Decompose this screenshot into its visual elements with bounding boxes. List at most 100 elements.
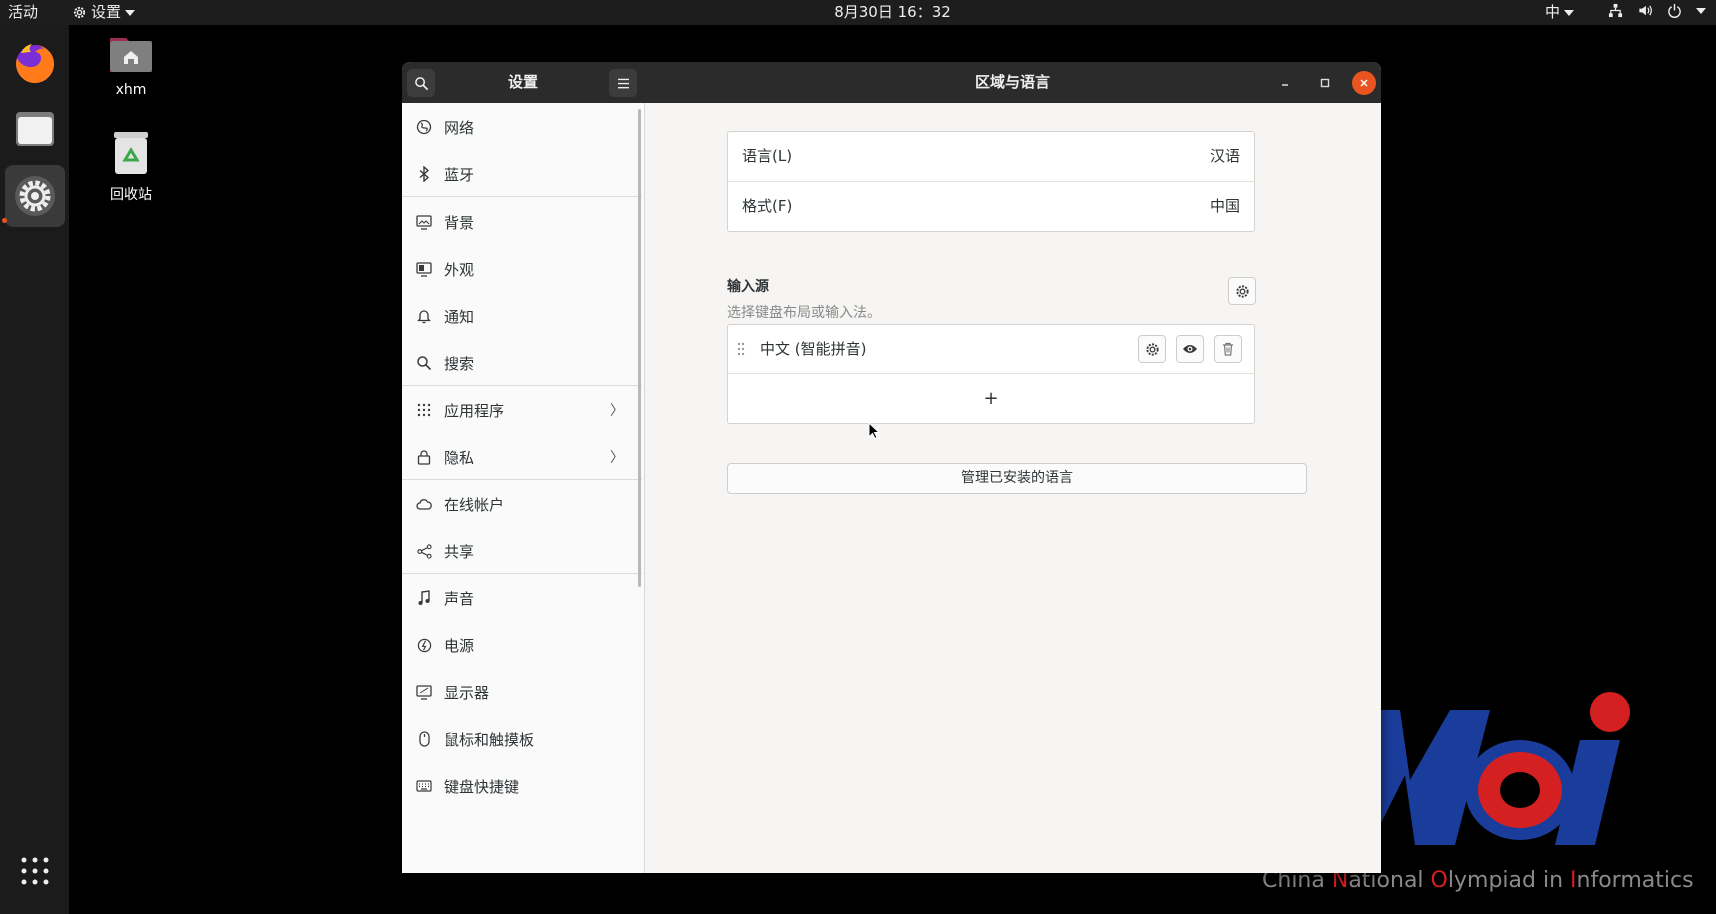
sidebar-scrollbar[interactable] xyxy=(638,109,641,587)
dock-firefox[interactable] xyxy=(5,32,65,94)
region-card: 语言(L) 汉语 格式(F) 中国 xyxy=(727,131,1255,232)
display-icon xyxy=(415,683,433,701)
mouse-icon xyxy=(415,730,433,748)
sidebar-item-label: 共享 xyxy=(444,542,475,561)
desktop-home-label: xhm xyxy=(115,82,147,98)
sidebar-item-label: 电源 xyxy=(444,636,475,655)
sidebar-item-bluetooth[interactable]: 蓝牙 xyxy=(402,150,642,198)
manage-languages-button[interactable]: 管理已安装的语言 xyxy=(727,463,1307,494)
desktop-home-folder[interactable]: xhm xyxy=(86,32,176,98)
sidebar-item-sound[interactable]: 声音 xyxy=(402,574,642,622)
sidebar-item-label: 隐私 xyxy=(444,448,475,467)
sidebar-item-label: 应用程序 xyxy=(444,401,505,420)
minimize-icon xyxy=(1282,84,1288,86)
running-indicator xyxy=(2,218,7,223)
sidebar-item-online-accounts[interactable]: 在线帐户 xyxy=(402,480,642,528)
eye-icon xyxy=(1183,345,1197,353)
show-apps-button[interactable] xyxy=(5,840,65,902)
dock-settings[interactable] xyxy=(5,165,65,227)
input-method-label: 中 xyxy=(1545,3,1561,21)
apps-icon xyxy=(415,401,433,419)
chevron-right-icon: 〉 xyxy=(610,403,624,419)
settings-window: 设置 区域与语言 网络 蓝牙 背景 外观 通知 搜索 应用程序 〉 隐私 〉 在… xyxy=(402,62,1381,873)
power-icon xyxy=(415,636,433,654)
sidebar-item-power[interactable]: 电源 xyxy=(402,621,642,669)
input-source-row[interactable]: 中文 (智能拼音) xyxy=(728,325,1254,373)
add-input-source-button[interactable]: + xyxy=(728,374,1254,423)
input-sources-subtitle: 选择键盘布局或输入法。 xyxy=(727,305,881,321)
input-source-name: 中文 (智能拼音) xyxy=(760,340,867,358)
volume-icon xyxy=(1639,5,1652,16)
input-method-indicator[interactable]: 中 xyxy=(1545,3,1575,22)
sidebar-item-label: 键盘快捷键 xyxy=(444,777,520,796)
sidebar-item-network[interactable]: 网络 xyxy=(402,103,642,151)
sidebar-item-label: 蓝牙 xyxy=(444,165,475,184)
language-row[interactable]: 语言(L) 汉语 xyxy=(728,132,1254,181)
input-source-settings-button[interactable] xyxy=(1138,335,1166,363)
sidebar-item-displays[interactable]: 显示器 xyxy=(402,668,642,716)
sidebar-item-search[interactable]: 搜索 xyxy=(402,339,642,387)
home-folder-icon xyxy=(110,38,152,72)
bluetooth-icon xyxy=(415,165,433,183)
bell-icon xyxy=(415,307,433,325)
desktop-trash[interactable]: 回收站 xyxy=(86,130,176,204)
keyboard-icon xyxy=(415,777,433,795)
input-source-preview-button[interactable] xyxy=(1176,335,1204,363)
sidebar-item-label: 背景 xyxy=(444,213,475,232)
sidebar-item-applications[interactable]: 应用程序 〉 xyxy=(402,386,642,434)
system-menu[interactable] xyxy=(1608,3,1706,18)
background-icon xyxy=(415,213,433,231)
input-sources-list: 中文 (智能拼音) + xyxy=(727,324,1255,424)
sidebar-item-appearance[interactable]: 外观 xyxy=(402,245,642,293)
sidebar-item-sharing[interactable]: 共享 xyxy=(402,527,642,575)
chevron-down-icon xyxy=(1696,7,1706,14)
top-bar: 活动 设置 8月30日 16：32 中 xyxy=(0,0,1716,25)
power-icon xyxy=(1668,3,1681,18)
settings-gear-icon xyxy=(15,176,55,216)
dock-files[interactable] xyxy=(5,98,65,160)
share-icon xyxy=(415,542,433,560)
clock[interactable]: 8月30日 16：32 xyxy=(0,3,1716,22)
sidebar-item-notifications[interactable]: 通知 xyxy=(402,292,642,340)
hamburger-icon xyxy=(617,78,629,88)
formats-label: 格式(F) xyxy=(742,197,793,215)
network-wired-icon xyxy=(1608,3,1623,18)
trash-icon xyxy=(1223,342,1233,356)
sidebar-item-keyboard-shortcuts[interactable]: 键盘快捷键 xyxy=(402,762,642,810)
sidebar-item-label: 外观 xyxy=(444,260,475,279)
primary-menu-button[interactable] xyxy=(609,69,637,97)
network-icon xyxy=(415,118,433,136)
input-sources-options-button[interactable] xyxy=(1228,277,1256,305)
header-bar: 设置 区域与语言 xyxy=(402,62,1381,103)
language-label: 语言(L) xyxy=(742,147,793,165)
music-icon xyxy=(415,589,433,607)
mouse-cursor xyxy=(868,422,880,440)
sidebar: 网络 蓝牙 背景 外观 通知 搜索 应用程序 〉 隐私 〉 在线帐户 共享 声音… xyxy=(402,103,645,873)
close-button[interactable] xyxy=(1352,71,1376,95)
chevron-down-icon xyxy=(1564,9,1575,16)
language-value: 汉语 xyxy=(1209,147,1240,165)
sidebar-item-label: 在线帐户 xyxy=(444,495,505,514)
formats-value: 中国 xyxy=(1209,197,1240,215)
folder-icon xyxy=(16,112,54,146)
input-source-remove-button[interactable] xyxy=(1214,335,1242,363)
formats-row[interactable]: 格式(F) 中国 xyxy=(728,182,1254,231)
sidebar-item-privacy[interactable]: 隐私 〉 xyxy=(402,433,642,481)
noi-logo xyxy=(1380,692,1630,845)
sidebar-item-label: 显示器 xyxy=(444,683,490,702)
drag-handle-icon[interactable] xyxy=(737,342,745,356)
sidebar-item-label: 网络 xyxy=(444,118,475,137)
page-title: 区域与语言 xyxy=(974,73,1050,91)
firefox-icon xyxy=(16,44,55,83)
sidebar-item-mouse-touchpad[interactable]: 鼠标和触摸板 xyxy=(402,715,642,763)
apps-grid-icon xyxy=(21,857,49,885)
search-icon xyxy=(415,354,433,372)
sidebar-item-background[interactable]: 背景 xyxy=(402,198,642,246)
trash-icon xyxy=(114,132,148,174)
appearance-icon xyxy=(415,260,433,278)
divider xyxy=(402,196,642,197)
minimize-button[interactable] xyxy=(1273,71,1297,95)
sidebar-title: 设置 xyxy=(507,73,538,91)
maximize-button[interactable] xyxy=(1313,71,1337,95)
gear-icon xyxy=(1235,284,1249,298)
